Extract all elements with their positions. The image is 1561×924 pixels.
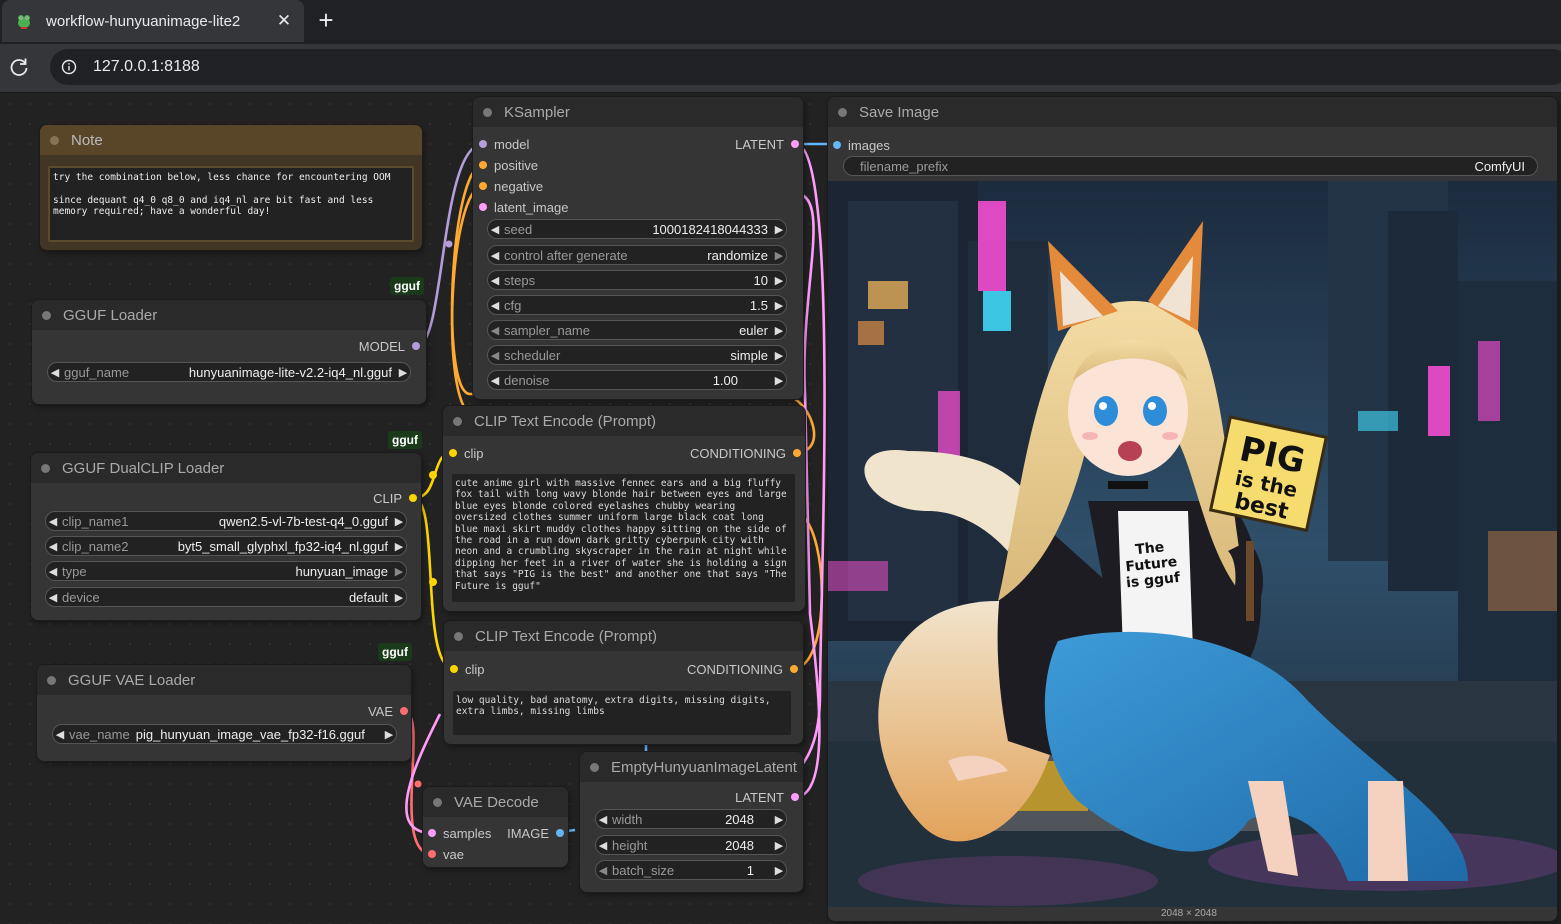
image-output[interactable]: IMAGE: [507, 825, 564, 841]
url-field[interactable]: 127.0.0.1:8188: [50, 49, 1561, 85]
negative-prompt-textarea[interactable]: low quality, bad anatomy, extra digits, …: [453, 691, 791, 735]
images-input[interactable]: images: [833, 137, 890, 153]
ksampler-node[interactable]: KSampler model positive negative latent_…: [473, 97, 803, 399]
width-field[interactable]: ◀ width 2048 ▶: [595, 809, 787, 829]
clip-input[interactable]: clip: [450, 661, 485, 677]
url-text: 127.0.0.1:8188: [93, 58, 200, 75]
gguf-loader-node[interactable]: GGUF Loader MODEL ◀ gguf_name hunyuanimage…: [32, 300, 426, 404]
control-after-generate-combo[interactable]: ◀ control after generate randomize ▶: [487, 245, 787, 265]
gguf-name-combo[interactable]: ◀ gguf_name hunyuanimage-lite-v2.2-iq4_nl.…: [47, 362, 411, 382]
node-collapse-dot[interactable]: [453, 416, 462, 426]
gguf-tag: gguf: [390, 277, 424, 295]
arrow-right-icon[interactable]: ▶: [396, 366, 410, 379]
positive-prompt-textarea[interactable]: cute anime girl with massive fennec ears…: [452, 474, 795, 602]
comfyui-favicon-icon: [18, 15, 30, 29]
seed-field[interactable]: ◀ seed 1000182418044333 ▶: [487, 219, 787, 239]
node-title: Save Image: [859, 103, 940, 121]
node-title: KSampler: [504, 103, 570, 121]
node-collapse-dot[interactable]: [838, 107, 847, 117]
tab-title: workflow-hunyuanimage-lite2: [46, 12, 241, 30]
clip-output[interactable]: CLIP: [373, 490, 417, 506]
type-combo[interactable]: ◀ type hunyuan_image ▶: [45, 561, 407, 581]
cfg-field[interactable]: ◀ cfg 1.5 ▶: [487, 295, 787, 315]
node-title: EmptyHunyuanImageLatent: [611, 758, 797, 776]
node-collapse-dot[interactable]: [47, 675, 56, 685]
gguf-dualclip-loader-node[interactable]: GGUF DualCLIP Loader CLIP ◀ clip_name1 qwe…: [31, 453, 421, 620]
node-collapse-dot[interactable]: [454, 631, 463, 641]
generated-image[interactable]: PIG is the best The Future is gguf: [828, 181, 1557, 907]
save-image-node[interactable]: Save Image images filename_prefix ComfyUI: [828, 97, 1557, 921]
browser-tabbar: workflow-hunyuanimage-lite2 ✕ +: [0, 0, 1561, 44]
sampler-name-combo[interactable]: ◀ sampler_name euler ▶: [487, 320, 787, 340]
vae-input[interactable]: vae: [428, 846, 464, 862]
negative-input[interactable]: negative: [479, 178, 543, 194]
arrow-left-icon[interactable]: ◀: [48, 366, 62, 379]
positive-input[interactable]: positive: [479, 157, 538, 173]
node-title: GGUF DualCLIP Loader: [62, 459, 225, 477]
gguf-vae-loader-node[interactable]: GGUF VAE Loader VAE ◀ vae_name pig_hunyuan…: [37, 665, 411, 761]
clip-text-encode-negative-node[interactable]: CLIP Text Encode (Prompt) clip CONDITION…: [444, 621, 803, 744]
height-field[interactable]: ◀ height 2048 ▶: [595, 835, 787, 855]
empty-hunyuan-image-latent-node[interactable]: EmptyHunyuanImageLatent LATENT ◀ width 204…: [580, 752, 803, 892]
model-input[interactable]: model: [479, 136, 529, 152]
denoise-field[interactable]: ◀ denoise 1.00 ▶: [487, 370, 787, 390]
clip-input[interactable]: clip: [449, 445, 484, 461]
node-collapse-dot[interactable]: [433, 797, 442, 807]
scheduler-combo[interactable]: ◀ scheduler simple ▶: [487, 345, 787, 365]
gguf-tag: gguf: [388, 431, 422, 449]
vae-name-combo[interactable]: ◀ vae_name pig_hunyuan_image_vae_fp32-f16.…: [52, 724, 397, 744]
node-title: Note: [71, 131, 103, 149]
note-textarea[interactable]: try the combination below, less chance f…: [48, 166, 414, 242]
workflow-canvas[interactable]: Note try the combination below, less cha…: [0, 94, 1561, 924]
node-title: GGUF Loader: [63, 306, 158, 324]
clip-name1-combo[interactable]: ◀ clip_name1 qwen2.5-vl-7b-test-q4_0.gguf ▶: [45, 511, 407, 531]
node-title: VAE Decode: [454, 793, 539, 811]
filename-prefix-field[interactable]: filename_prefix ComfyUI: [843, 156, 1538, 176]
samples-input[interactable]: samples: [428, 825, 491, 841]
latent-output[interactable]: LATENT: [735, 136, 799, 152]
node-collapse-dot[interactable]: [590, 762, 599, 772]
address-bar: 127.0.0.1:8188: [0, 44, 1561, 93]
node-collapse-dot[interactable]: [50, 135, 59, 145]
latent-output[interactable]: LATENT: [735, 789, 799, 805]
clip-name2-combo[interactable]: ◀ clip_name2 byt5_small_glyphxl_fp32-iq4_n…: [45, 536, 407, 556]
clip-text-encode-positive-node[interactable]: CLIP Text Encode (Prompt) clip CONDITION…: [443, 406, 805, 611]
steps-field[interactable]: ◀ steps 10 ▶: [487, 270, 787, 290]
generated-image-art: PIG is the best The Future is gguf: [828, 181, 1557, 907]
browser-tab[interactable]: workflow-hunyuanimage-lite2 ✕: [2, 0, 304, 42]
node-title: GGUF VAE Loader: [68, 671, 196, 689]
node-collapse-dot[interactable]: [42, 310, 51, 320]
vae-output[interactable]: VAE: [368, 703, 408, 719]
model-output[interactable]: MODEL: [359, 338, 420, 354]
close-tab-icon[interactable]: ✕: [276, 12, 292, 29]
reload-icon[interactable]: [8, 56, 30, 78]
conditioning-output[interactable]: CONDITIONING: [687, 661, 798, 677]
device-combo[interactable]: ◀ device default ▶: [45, 587, 407, 607]
gguf-tag: gguf: [378, 643, 412, 661]
node-collapse-dot[interactable]: [483, 107, 492, 117]
conditioning-output[interactable]: CONDITIONING: [690, 445, 801, 461]
image-size-caption: 2048 × 2048: [1161, 908, 1217, 919]
node-title: CLIP Text Encode (Prompt): [475, 627, 658, 645]
site-info-icon[interactable]: [61, 59, 77, 75]
node-collapse-dot[interactable]: [41, 463, 50, 473]
note-node[interactable]: Note try the combination below, less cha…: [40, 125, 422, 250]
latent-image-input[interactable]: latent_image: [479, 199, 568, 215]
node-title: CLIP Text Encode (Prompt): [474, 412, 657, 430]
batch-size-field[interactable]: ◀ batch_size 1 ▶: [595, 860, 787, 880]
new-tab-button[interactable]: +: [313, 7, 339, 33]
vae-decode-node[interactable]: VAE Decode samples vae IMAGE: [423, 787, 568, 867]
